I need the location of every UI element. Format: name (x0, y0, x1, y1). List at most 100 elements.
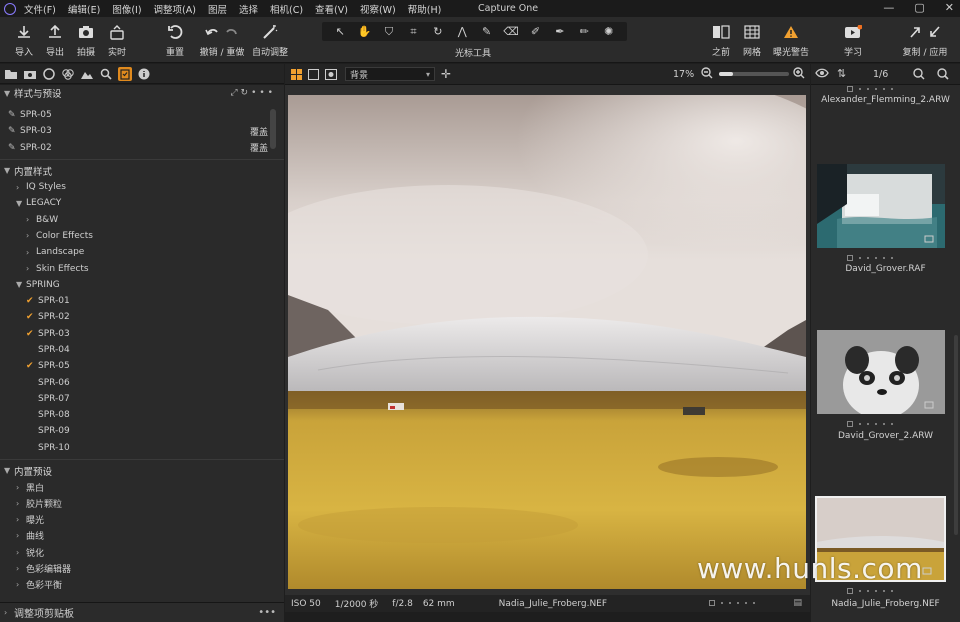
learn-button[interactable]: 学习 (833, 23, 873, 58)
grid-view-icon[interactable] (291, 69, 302, 83)
menu-camera[interactable]: 相机(C) (270, 2, 303, 16)
tree-item-color-effects[interactable]: › Color Effects (0, 228, 284, 244)
keystone-icon[interactable]: ⋀ (454, 24, 470, 40)
preset-item[interactable]: › 胶片颗粒 (0, 495, 284, 511)
tree-item-bw[interactable]: › B&W (0, 211, 284, 227)
crop-icon[interactable]: ⌗ (405, 24, 421, 40)
zoom-in-icon[interactable] (793, 67, 805, 82)
warning-icon (782, 23, 800, 41)
style-item[interactable]: SPR-09 (0, 423, 284, 439)
tree-item-iq-styles[interactable]: › IQ Styles (0, 179, 284, 195)
list-scrollbar[interactable] (270, 109, 276, 149)
preset-item[interactable]: › 色彩编辑器 (0, 560, 284, 576)
menu-image[interactable]: 图像(I) (112, 2, 141, 16)
undo-redo-button[interactable]: 撤销 / 重做 (197, 23, 247, 58)
check-icon: ✔ (26, 328, 34, 339)
rating-dots[interactable] (847, 588, 893, 594)
rating-dots[interactable] (847, 86, 893, 92)
style-item[interactable]: SPR-06 (0, 374, 284, 390)
live-view-button[interactable]: 实时 (97, 23, 137, 58)
style-item[interactable]: SPR-07 (0, 391, 284, 407)
lens-tab-icon[interactable] (42, 67, 56, 81)
tree-item-skin-effects[interactable]: › Skin Effects (0, 260, 284, 276)
preset-item[interactable]: › 曝光 (0, 512, 284, 528)
menu-adjustments[interactable]: 调整项(A) (154, 2, 196, 16)
builtin-presets-header[interactable]: ▼ 内置预设 (0, 463, 284, 479)
preset-item[interactable]: › 锐化 (0, 544, 284, 560)
preset-item[interactable]: › 曲线 (0, 528, 284, 544)
camera-icon (77, 23, 95, 41)
user-style-item[interactable]: ✎ SPR-02 覆盖 (0, 140, 284, 156)
style-item[interactable]: SPR-04 (0, 342, 284, 358)
menu-edit[interactable]: 编辑(E) (68, 2, 100, 16)
sparkle-icon[interactable]: ✺ (601, 24, 617, 40)
menu-help[interactable]: 帮助(H) (408, 2, 442, 16)
grid-button[interactable]: 网格 (732, 23, 772, 58)
zoom-slider[interactable] (719, 72, 789, 76)
tree-item-landscape[interactable]: › Landscape (0, 244, 284, 260)
rotate-icon[interactable]: ↻ (430, 24, 446, 40)
reset-button[interactable]: 重置 (155, 23, 195, 58)
menu-select[interactable]: 选择 (239, 2, 258, 16)
menu-view[interactable]: 查看(V) (315, 2, 348, 16)
style-item[interactable]: SPR-10 (0, 440, 284, 456)
color-tab-icon[interactable] (61, 67, 75, 81)
rating-dots[interactable] (847, 421, 893, 427)
cursor-tools-label: 光标工具 (455, 49, 492, 59)
preset-item[interactable]: › 黑白 (0, 479, 284, 495)
rating-dots[interactable] (709, 600, 755, 606)
copy-apply-button[interactable]: 复制 / 应用 (900, 23, 950, 58)
details-tab-icon[interactable] (99, 67, 113, 81)
user-style-item[interactable]: ✎ SPR-03 覆盖 (0, 123, 284, 139)
exposure-tab-icon[interactable] (80, 67, 94, 81)
menu-file[interactable]: 文件(F) (24, 2, 56, 16)
single-view-icon[interactable] (308, 69, 319, 83)
eraser-icon[interactable]: ⌫ (503, 24, 519, 40)
style-item[interactable]: ✔ SPR-01 (0, 293, 284, 309)
search-icon[interactable] (937, 68, 949, 83)
menu-layers[interactable]: 图层 (208, 2, 227, 16)
styles-presets-header[interactable]: ▼ 样式与预设 ⤢↻••• (0, 85, 284, 101)
user-style-item[interactable]: ✎ SPR-05 (0, 107, 284, 123)
styles-tab-icon[interactable] (118, 66, 132, 81)
capture-tab-icon[interactable] (23, 67, 37, 81)
exposure-warning-button[interactable]: 曝光警告 (768, 23, 814, 58)
pan-hand-icon[interactable]: ✋ (357, 24, 373, 40)
builtin-styles-header[interactable]: ▼ 内置样式 (0, 163, 284, 179)
auto-adjust-button[interactable]: 自动调整 (248, 23, 292, 58)
thumbnail[interactable] (817, 164, 945, 248)
maximize-button[interactable]: ▢ (914, 1, 924, 14)
clipboard-panel-header[interactable]: › 调整项剪贴板 ••• (0, 602, 284, 622)
select-arrow-icon[interactable]: ↖ (332, 24, 348, 40)
eye-icon[interactable] (815, 68, 829, 81)
panel-actions-icon[interactable]: ⤢↻••• (230, 88, 276, 98)
style-item[interactable]: SPR-08 (0, 407, 284, 423)
sort-icon[interactable]: ⇅ (837, 67, 846, 80)
picker-icon[interactable]: ✒ (552, 24, 568, 40)
more-icon[interactable]: ••• (258, 607, 276, 618)
style-item[interactable]: ✔ SPR-03 (0, 326, 284, 342)
close-button[interactable]: ✕ (945, 1, 954, 14)
heal-brush-icon[interactable]: ✐ (527, 24, 543, 40)
add-layer-icon[interactable]: ✛ (441, 67, 451, 81)
browser-scrollbar[interactable] (954, 335, 958, 535)
tree-item-spring[interactable]: ▼ SPRING (0, 277, 284, 293)
main-photo[interactable] (288, 95, 806, 589)
annotate-icon[interactable]: ✏ (576, 24, 592, 40)
minimize-button[interactable]: — (883, 1, 894, 14)
browser-zoom-icon[interactable] (913, 68, 925, 83)
info-tab-icon[interactable] (137, 67, 151, 81)
tree-item-legacy[interactable]: ▼ LEGACY (0, 195, 284, 211)
thumbnail[interactable] (817, 330, 945, 414)
folder-tab-icon[interactable] (4, 67, 18, 81)
zoom-out-icon[interactable] (701, 67, 713, 82)
proof-view-icon[interactable] (325, 69, 337, 83)
preset-item[interactable]: › 色彩平衡 (0, 577, 284, 593)
brush-icon[interactable]: ✎ (479, 24, 495, 40)
style-item[interactable]: ✔ SPR-02 (0, 309, 284, 325)
menu-window[interactable]: 视察(W) (360, 2, 396, 16)
loupe-icon[interactable]: ⛉ (381, 24, 397, 40)
style-item[interactable]: ✔ SPR-05 (0, 358, 284, 374)
layer-select[interactable]: 背景 ▾ (345, 67, 435, 81)
rating-dots[interactable] (847, 255, 893, 261)
